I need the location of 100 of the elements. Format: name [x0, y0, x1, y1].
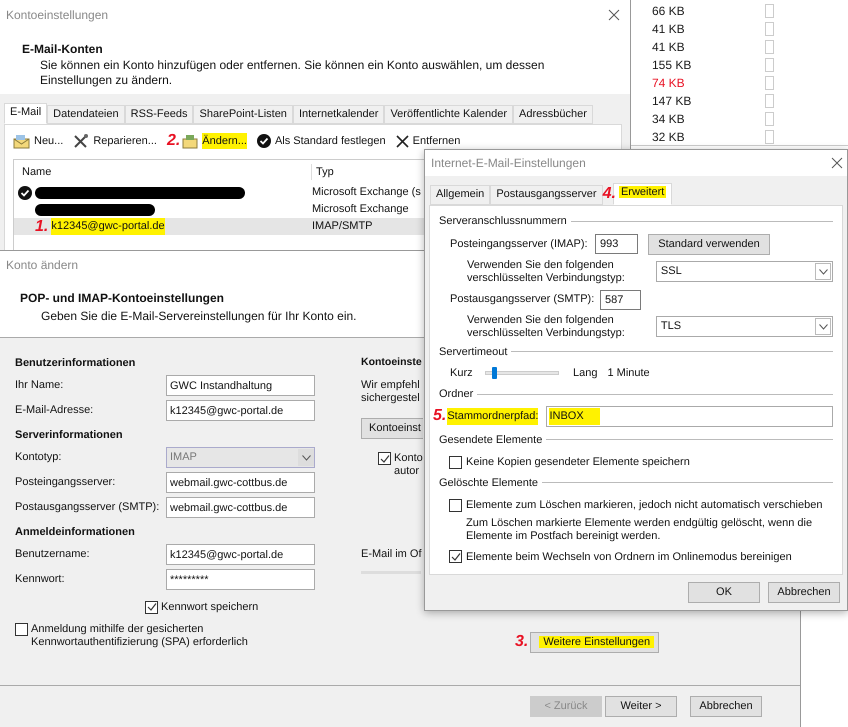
tab[interactable]: Veröffentlichte Kalender: [384, 105, 514, 124]
dialog-button[interactable]: Abbrechen: [768, 582, 840, 603]
group-title: Ordner: [439, 387, 474, 402]
toolbar-button[interactable]: Entfernen: [396, 132, 460, 150]
toolbar-button[interactable]: Reparieren...: [73, 132, 157, 150]
file-size: 41 KB: [652, 39, 686, 56]
group-title: Servertimeout: [439, 344, 508, 360]
checkbox-label: Keine Kopien gesendeter Elemente speichern: [466, 455, 690, 470]
input-field[interactable]: INBOX: [546, 406, 833, 427]
checkbox-label: Elemente beim Wechseln von Ordnern im Onlinemodus bereinigen: [466, 550, 792, 564]
tab[interactable]: Postausgangsserver: [490, 185, 603, 205]
description-line: Wir empfehl: [361, 379, 420, 392]
timeout-value: 1 Minute: [607, 366, 650, 381]
checkbox-label: Anmeldung mithilfe der gesicherten Kennwortauthentifizierung (SPA) erforderlich: [31, 623, 249, 649]
toolbar-button[interactable]: Als Standard festlegen: [256, 132, 386, 150]
toolbar-button[interactable]: Neu...: [13, 132, 64, 150]
account-type: IMAP/SMTP: [312, 219, 373, 234]
checkbox[interactable]: [449, 550, 462, 564]
field-label: Stammordnerpfad:: [447, 408, 538, 425]
group-title: Gesendete Elemente: [439, 432, 542, 448]
checkbox[interactable]: [378, 452, 391, 465]
field-label: E-Mail im Of: [361, 547, 422, 562]
window-title: Internet-E-Mail-Einstellungen: [431, 155, 586, 172]
field-label: Postausgangsserver (SMTP):: [15, 500, 160, 516]
tab[interactable]: SharePoint-Listen: [193, 105, 293, 124]
field-label: Ihr Name:: [15, 378, 64, 394]
tools-icon: [73, 134, 90, 148]
description: Sie können ein Konto hinzufügen oder entfernen. Sie können ein Konto auswählen, um dessen Einstellungen zu ändern.: [39, 58, 546, 88]
checkbox[interactable]: [449, 498, 462, 512]
window-title: Konto ändern: [6, 257, 78, 274]
input-field[interactable]: GWC Instandhaltung: [166, 375, 315, 396]
port-field[interactable]: 993: [595, 234, 638, 254]
chevron-down-icon: [302, 454, 310, 460]
step-number: 3.: [515, 634, 528, 650]
field-label: Posteingangsserver (IMAP):: [450, 236, 589, 252]
checkbox-label: Konto: [394, 452, 423, 465]
input-field[interactable]: *********: [166, 569, 315, 590]
dialog-button[interactable]: Weiter >: [605, 696, 677, 717]
checkbox-label: Elemente zum Löschen markieren, jedoch nicht automatisch verschieben: [466, 498, 822, 513]
step-number: 2.: [166, 133, 180, 149]
slider-thumb[interactable]: [492, 367, 497, 379]
more-settings-button[interactable]: Weitere Einstellungen: [530, 632, 660, 652]
envelope-icon: [182, 134, 198, 148]
port-field[interactable]: 587: [600, 290, 641, 310]
file-size: 66 KB: [652, 3, 686, 20]
description: Geben Sie die E-Mail-Servereinstellungen für Ihr Konto ein.: [40, 308, 357, 325]
check-circle-icon: [256, 134, 271, 148]
use-default-button[interactable]: Standard verwenden: [648, 234, 770, 254]
field-label: E-Mail-Adresse:: [15, 403, 94, 418]
section-title: Anmeldeinformationen: [15, 525, 135, 540]
file-size: 34 KB: [652, 111, 686, 128]
input-field[interactable]: k12345@gwc-portal.de: [166, 544, 315, 565]
checkbox-label: autor: [394, 465, 420, 478]
file-size: 41 KB: [652, 21, 686, 38]
field-label: Verwenden Sie den folgenden verschlüsselten Verbindungstyp:: [466, 314, 626, 340]
file-size: 74 KB: [652, 75, 686, 92]
chevron-down-icon: [818, 268, 828, 274]
checkbox[interactable]: [449, 456, 462, 469]
encryption-select[interactable]: TLS: [656, 316, 833, 337]
step-number: 1.: [35, 218, 48, 234]
envelope-icon: [13, 134, 30, 148]
section-heading: E-Mail-Konten: [22, 41, 103, 58]
column-header: Name: [14, 164, 312, 180]
note-text: Zum Löschen markierte Elemente werden endgültig gelöscht, wenn die Elemente im Postfach bereinigt werden.: [465, 516, 814, 542]
step-number: 5.: [433, 406, 446, 424]
input-field[interactable]: webmail.gwc-cottbus.de: [166, 472, 315, 493]
account-name: k12345@gwc-portal.de: [51, 218, 165, 235]
account-type: Microsoft Exchange: [312, 202, 409, 218]
section-title: Benutzerinformationen: [15, 356, 136, 371]
group-title: Gelöschte Elemente: [439, 476, 538, 490]
tab[interactable]: RSS-Feeds: [124, 105, 194, 124]
checkbox[interactable]: [145, 600, 158, 614]
slider-label: Kurz: [450, 366, 474, 381]
slider-label: Lang: [573, 366, 598, 381]
field-label: Kontotyp:: [15, 450, 62, 466]
tab[interactable]: Adressbücher: [513, 105, 593, 124]
window-title: Kontoeinstellungen: [6, 7, 108, 24]
close-icon[interactable]: [831, 157, 843, 169]
close-icon[interactable]: [608, 9, 620, 21]
account-settings-button[interactable]: Kontoeinst: [361, 418, 423, 439]
chevron-down-icon: [818, 324, 828, 330]
tab[interactable]: Internetkalender: [292, 105, 384, 124]
field-label: Benutzername:: [15, 547, 91, 562]
checkbox-label: Kennwort speichern: [161, 600, 258, 615]
section-title: Kontoeinste: [361, 355, 422, 370]
input-field[interactable]: webmail.gwc-cottbus.de: [166, 497, 315, 518]
tab[interactable]: Allgemein: [430, 185, 490, 205]
tab[interactable]: E-Mail: [4, 103, 48, 124]
dialog-button[interactable]: OK: [688, 582, 760, 603]
encryption-select[interactable]: SSL: [656, 261, 833, 282]
file-size: 147 KB: [652, 93, 692, 110]
field-label: Posteingangsserver:: [15, 475, 116, 490]
tab[interactable]: Datendateien: [47, 105, 125, 124]
checkbox[interactable]: [15, 623, 28, 636]
section-heading: POP- und IMAP-Kontoeinstellungen: [20, 290, 224, 307]
dialog-button[interactable]: Abbrechen: [690, 696, 762, 717]
column-header: Typ: [315, 164, 334, 180]
account-type: Microsoft Exchange (s: [312, 185, 421, 200]
description-line: sichergestel: [361, 392, 420, 405]
input-field[interactable]: k12345@gwc-portal.de: [166, 400, 315, 421]
